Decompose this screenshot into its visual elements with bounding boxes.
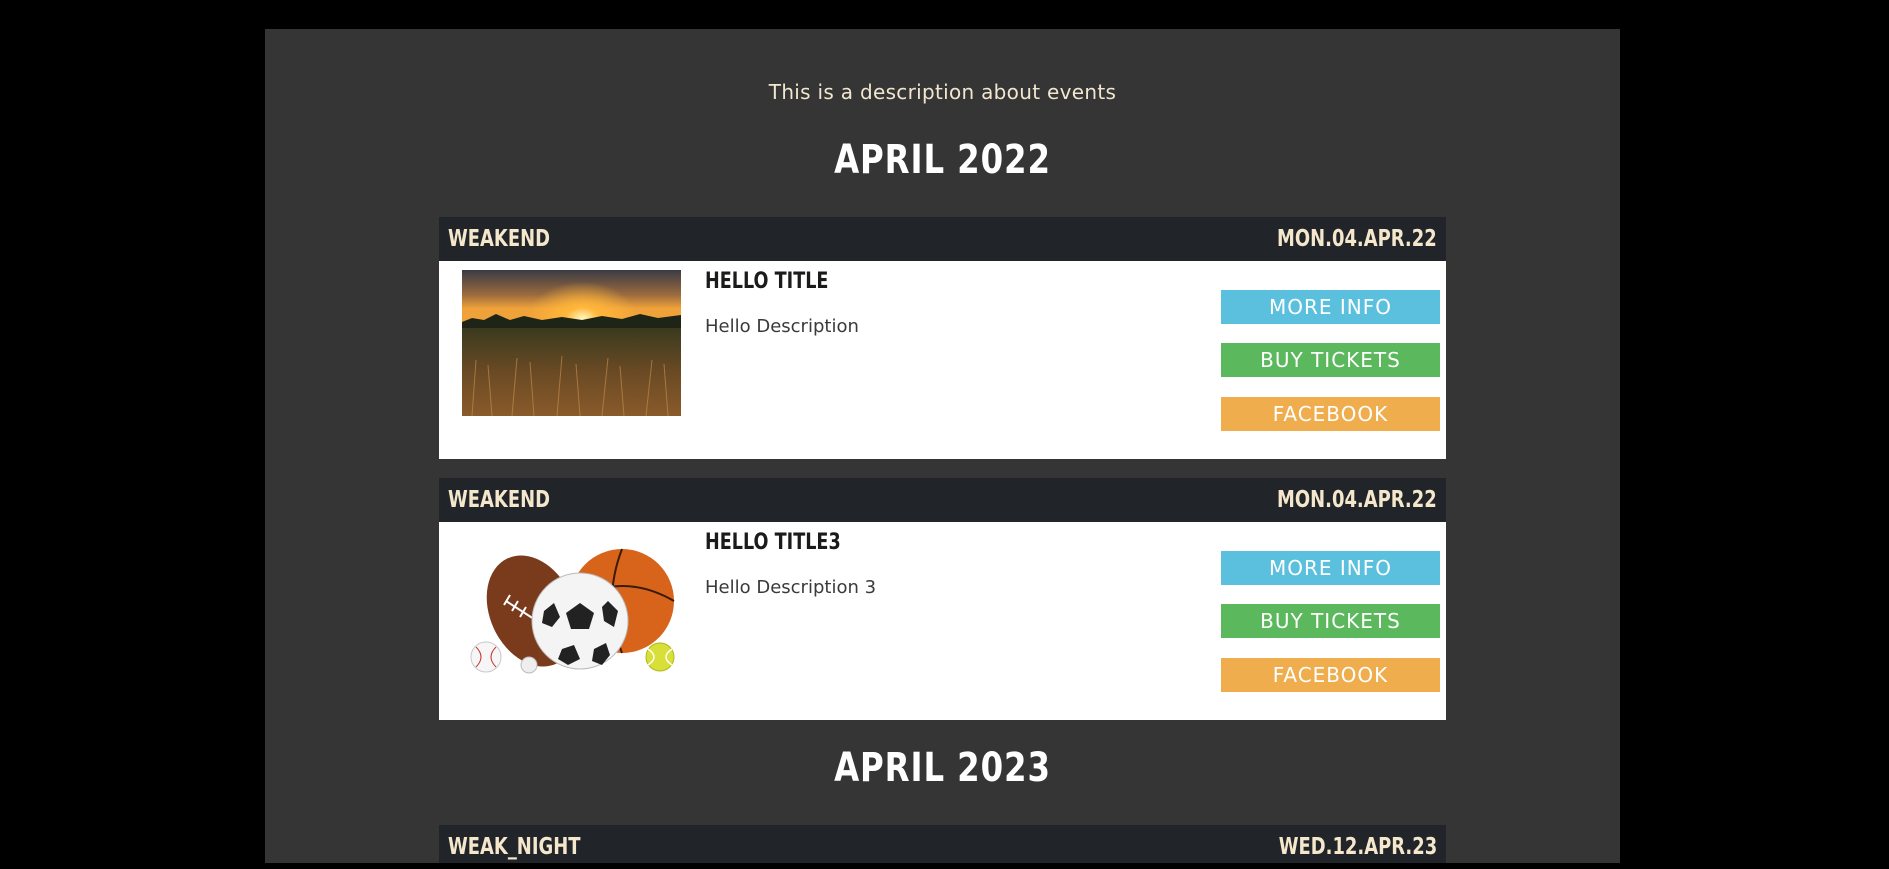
event-description: Hello Description: [705, 316, 859, 337]
event-card: WEAK_NIGHT WED.12.APR.23: [439, 825, 1446, 863]
event-tag: WEAK_NIGHT: [448, 834, 581, 860]
event-date: MON.04.APR.22: [1277, 487, 1437, 513]
event-header: WEAKEND MON.04.APR.22: [439, 217, 1446, 261]
buy-tickets-button[interactable]: BUY TICKETS: [1221, 343, 1440, 377]
event-date: MON.04.APR.22: [1277, 226, 1437, 252]
event-title[interactable]: HELLO TITLE3: [705, 530, 841, 555]
event-body: HELLO TITLE Hello Description MORE INFO …: [439, 261, 1446, 459]
sunset-field-image[interactable]: [462, 270, 681, 416]
sports-balls-image[interactable]: [462, 531, 681, 677]
buy-tickets-button[interactable]: BUY TICKETS: [1221, 604, 1440, 638]
events-page: This is a description about events APRIL…: [265, 29, 1620, 863]
facebook-button[interactable]: FACEBOOK: [1221, 658, 1440, 692]
event-card: WEAKEND MON.04.APR.22: [439, 217, 1446, 459]
more-info-button[interactable]: MORE INFO: [1221, 551, 1440, 585]
event-card: WEAKEND MON.04.APR.22: [439, 478, 1446, 720]
events-intro-text: This is a description about events: [768, 80, 1117, 104]
more-info-button[interactable]: MORE INFO: [1221, 290, 1440, 324]
month-heading-april-2023: APRIL 2023: [834, 745, 1051, 791]
event-title[interactable]: HELLO TITLE: [705, 269, 828, 294]
event-tag: WEAKEND: [448, 487, 550, 513]
event-description: Hello Description 3: [705, 577, 877, 598]
event-header: WEAK_NIGHT WED.12.APR.23: [439, 825, 1446, 863]
event-tag: WEAKEND: [448, 226, 550, 252]
event-date: WED.12.APR.23: [1278, 834, 1437, 860]
event-header: WEAKEND MON.04.APR.22: [439, 478, 1446, 522]
month-heading-april-2022: APRIL 2022: [834, 137, 1051, 183]
facebook-button[interactable]: FACEBOOK: [1221, 397, 1440, 431]
event-body: HELLO TITLE3 Hello Description 3 MORE IN…: [439, 522, 1446, 720]
